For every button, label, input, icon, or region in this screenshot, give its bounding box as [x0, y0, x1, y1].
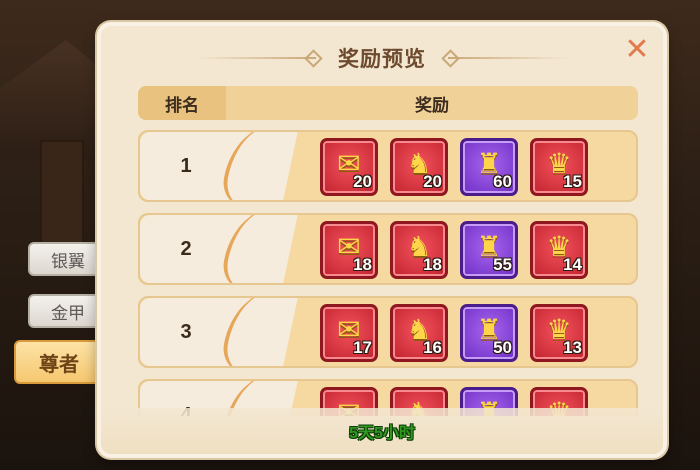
reward-count: 13: [563, 338, 582, 357]
reward-count: 14: [563, 255, 582, 274]
reward-count: 20: [353, 172, 372, 191]
reward-item[interactable]: ♜ 50: [460, 304, 518, 362]
reward-item[interactable]: ✉ 17: [320, 304, 378, 362]
header-rank: 排名: [138, 86, 226, 120]
reward-item[interactable]: ♜ 55: [460, 221, 518, 279]
reward-item[interactable]: ♛ 14: [530, 221, 588, 279]
reward-count: 50: [493, 338, 512, 357]
reward-list[interactable]: 1✉20♞20♜60♛152✉18♞18♜55♛143✉17♞16♜50♛134…: [138, 130, 638, 416]
tab-label: 金甲: [51, 303, 85, 323]
reward-count: 15: [563, 172, 582, 191]
reward-count: 16: [423, 338, 442, 357]
reward-items: ✉ 18 ♞ 18 ♜ 55 ♛ 14: [320, 221, 588, 279]
reward-preview-panel: 奖励预览 ✕ 排名 奖励 1 ✉ 20 ♞ 20 ♜ 60 ♛ 15 2 ✉ 18 ♞ 18 ♜ 55 ♛ 14 3…: [97, 22, 667, 458]
panel-title: 奖励预览: [338, 48, 426, 71]
reward-count: 20: [423, 172, 442, 191]
title-ornament-left: [196, 49, 323, 68]
reward-item[interactable]: ♞ 20: [390, 138, 448, 196]
reward-item[interactable]: ✉ 18: [320, 221, 378, 279]
reward-items: ✉ 20 ♞ 20 ♜ 60 ♛ 15: [320, 138, 588, 196]
tab-silver-wing[interactable]: 银翼: [28, 242, 108, 276]
reward-count: 17: [353, 338, 372, 357]
header-reward: 奖励: [415, 95, 449, 115]
table-row: 2 ✉ 18 ♞ 18 ♜ 55 ♛ 14: [138, 213, 638, 285]
countdown-timer: 5天5小时: [349, 425, 415, 442]
reward-item[interactable]: ♜ 60: [460, 138, 518, 196]
close-icon[interactable]: ✕: [621, 34, 653, 66]
rank-number: 3: [180, 320, 192, 343]
reward-item[interactable]: ♞ 18: [390, 221, 448, 279]
tab-label: 银翼: [51, 251, 85, 271]
reward-count: 55: [493, 255, 512, 274]
reward-items: ✉ 17 ♞ 16 ♜ 50 ♛ 13: [320, 304, 588, 362]
tab-golden-armor[interactable]: 金甲: [28, 294, 108, 328]
table-header: 排名 奖励: [138, 86, 638, 120]
reward-item[interactable]: ♛ 13: [530, 304, 588, 362]
table-row: 1 ✉ 20 ♞ 20 ♜ 60 ♛ 15: [138, 130, 638, 202]
reward-item[interactable]: ♞ 16: [390, 304, 448, 362]
rank-number: 1: [180, 154, 192, 177]
rank-number: 2: [180, 237, 192, 260]
footer-bar: 5天5小时: [101, 408, 663, 454]
tab-label: 尊者: [39, 353, 79, 376]
reward-item[interactable]: ✉ 20: [320, 138, 378, 196]
reward-count: 18: [423, 255, 442, 274]
title-ornament-right: [441, 49, 568, 68]
reward-count: 18: [353, 255, 372, 274]
table-row: 3 ✉ 17 ♞ 16 ♜ 50 ♛ 13: [138, 296, 638, 368]
reward-item[interactable]: ♛ 15: [530, 138, 588, 196]
reward-count: 60: [493, 172, 512, 191]
tab-venerable[interactable]: 尊者: [14, 340, 104, 384]
panel-header: 奖励预览: [101, 40, 663, 76]
